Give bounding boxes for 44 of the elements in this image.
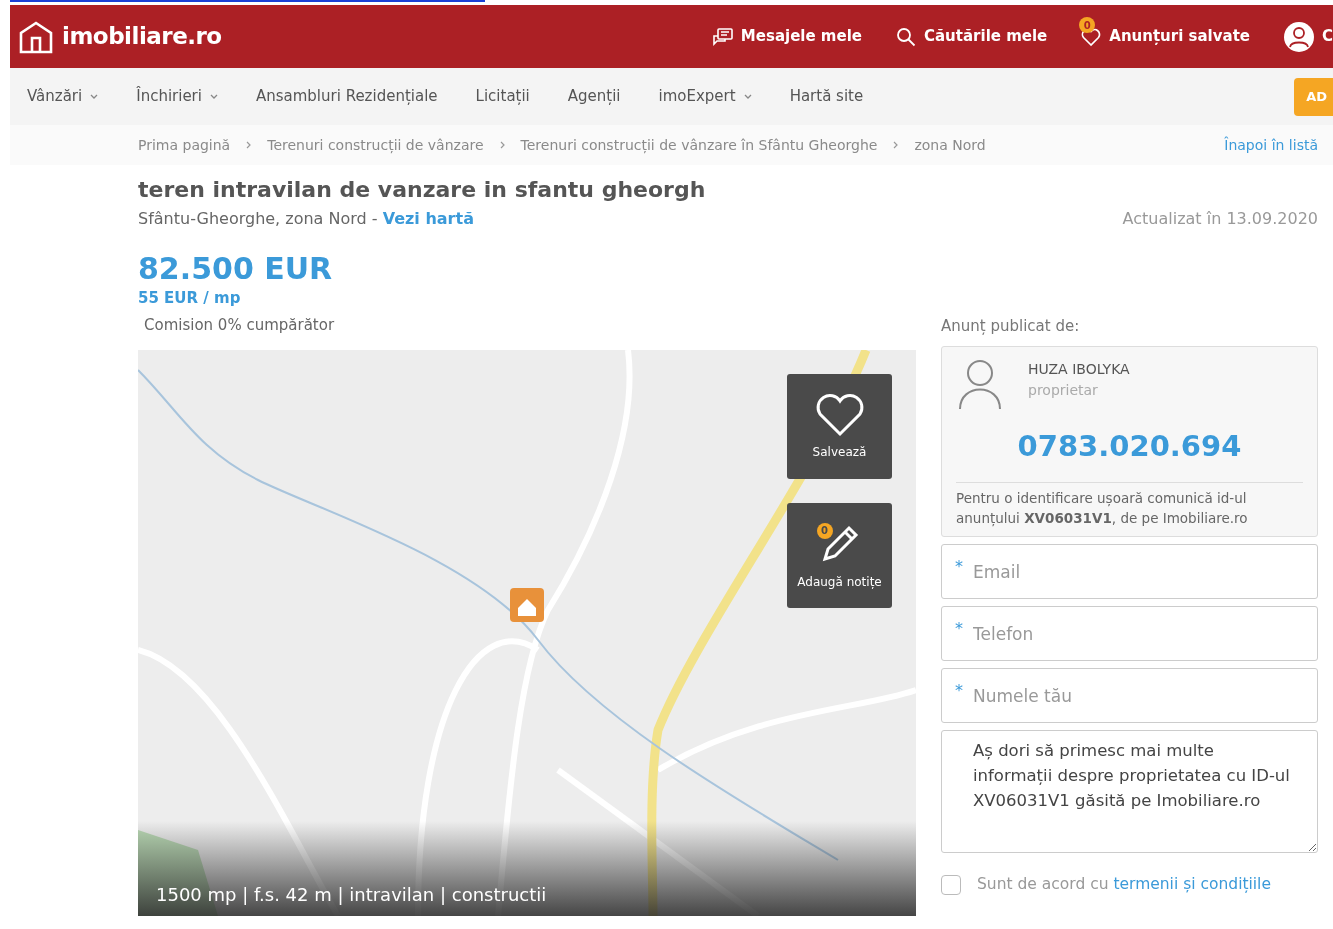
checkbox[interactable]	[941, 874, 961, 895]
user-avatar-icon	[1284, 21, 1314, 52]
required-mark: *	[955, 680, 963, 703]
listing-features-caption: 1500 mp | f.s. 42 m | intravilan | constructii	[156, 883, 547, 908]
house-logo-icon	[18, 19, 54, 54]
updated-date: Actualizat în 13.09.2020	[1122, 208, 1318, 231]
agent-name: HUZA IBOLYKA	[1028, 359, 1130, 379]
header-link[interactable]: Căutările mele	[896, 25, 1048, 48]
chevron-down-icon	[209, 93, 218, 100]
nav-link[interactable]: Licitații	[475, 85, 530, 108]
chevron-right-icon	[893, 141, 899, 149]
publisher-heading: Anunț publicat de:	[941, 316, 1081, 337]
add-notes-button[interactable]: 0 Adaugă notițe	[787, 503, 892, 609]
message-field[interactable]: Aș dori să primesc mai multe informații despre proprietatea cu ID-ul XV06031V1 găsită pe Imobiliare.ro	[941, 730, 1318, 854]
chevron-down-icon	[743, 93, 752, 100]
nav-link[interactable]: Vânzări	[27, 85, 99, 108]
nav-link[interactable]: Ansambluri Rezidențiale	[255, 85, 438, 108]
nav-link[interactable]: imoExpert	[658, 85, 752, 108]
chevron-right-icon	[499, 141, 505, 149]
listing-title: teren intravilan de vanzare in sfantu gheorgh	[138, 177, 707, 204]
nav-link[interactable]: Agenții	[567, 85, 621, 108]
agent-role: proprietar	[1028, 380, 1099, 400]
heart-icon	[814, 392, 865, 437]
chevron-down-icon	[90, 93, 99, 100]
nav-link[interactable]: Închirieri	[136, 85, 218, 108]
save-button[interactable]: Salvează	[787, 374, 892, 480]
account-link[interactable]: C	[1284, 21, 1333, 52]
search-icon	[896, 26, 916, 47]
site-logo[interactable]: imobiliare.ro	[62, 19, 222, 54]
required-mark: *	[955, 618, 963, 641]
header-link[interactable]: Mesajele mele	[712, 25, 862, 48]
chat-icon	[712, 26, 733, 47]
required-mark: *	[955, 556, 963, 579]
listing-location: Sfântu-Gheorghe, zona Nord - Vezi hartă	[138, 208, 474, 231]
terms-agreement-text: Sunt de acord cu termenii și condițiile	[977, 874, 1271, 896]
person-icon	[956, 358, 1004, 411]
listing-id-note: Pentru o identificare ușoară comunică id-ul anunțului XV06031V1, de pe Imobiliare.ro	[956, 482, 1303, 529]
count-badge: 0	[816, 522, 833, 539]
chevron-right-icon	[246, 141, 252, 149]
nav-link[interactable]: Hartă site	[789, 85, 864, 108]
commission-text: Comision 0% cumpărător	[144, 314, 336, 336]
listing-price: 82.500 EUR	[138, 251, 334, 288]
count-badge: 0	[1079, 17, 1096, 34]
price-per-sqm: 55 EUR / mp	[138, 288, 242, 310]
